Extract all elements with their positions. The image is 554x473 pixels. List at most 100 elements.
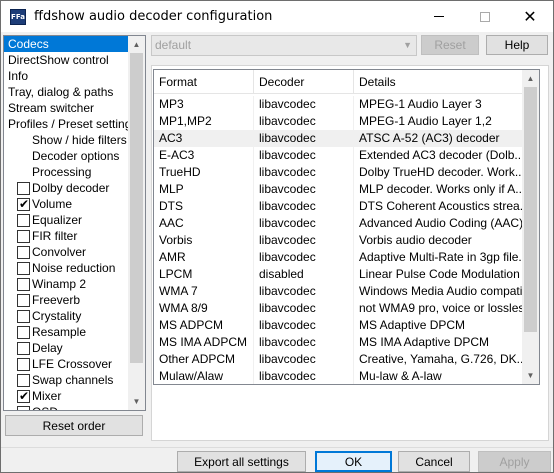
cell-format: Mulaw/Alaw	[154, 368, 254, 384]
checkbox-unchecked[interactable]	[17, 374, 30, 387]
checkbox-unchecked[interactable]	[17, 326, 30, 339]
cancel-button[interactable]: Cancel	[398, 451, 470, 472]
table-row[interactable]: AAC libavcodec Advanced Audio Coding (AAC)	[154, 215, 524, 232]
cell-decoder: libavcodec	[254, 147, 354, 164]
column-header-decoder[interactable]: Decoder	[254, 70, 354, 94]
table-row[interactable]: MLP libavcodec MLP decoder. Works only if …	[154, 181, 524, 198]
table-row[interactable]: TrueHD libavcodec Dolby TrueHD decoder. Wo…	[154, 164, 524, 181]
checkbox-unchecked[interactable]	[17, 214, 30, 227]
cell-details: Linear Pulse Code Modulation	[359, 267, 520, 281]
checkbox-unchecked[interactable]	[17, 246, 30, 259]
cell-format: WMA 8/9	[154, 300, 254, 317]
table-row[interactable]: DTS libavcodec DTS Coherent Acoustics stre…	[154, 198, 524, 215]
cell-decoder: libavcodec	[254, 368, 354, 384]
scroll-up-arrow-icon[interactable]: ▲	[522, 70, 539, 87]
tree-item-label: Volume	[32, 197, 73, 211]
reset-order-button[interactable]: Reset order	[5, 415, 143, 436]
table-row[interactable]: MS IMA ADPCM libavcodec MS IMA Adaptive DP…	[154, 334, 524, 351]
maximize-button[interactable]	[462, 1, 508, 32]
cell-decoder: libavcodec	[254, 232, 354, 249]
cell-details: MLP decoder. Works only if A...	[359, 182, 522, 196]
preset-reset-button[interactable]: Reset	[421, 35, 479, 55]
minimize-icon	[434, 16, 444, 17]
codec-list[interactable]: Format Decoder Details MP3 libavcodec MPEG…	[153, 69, 540, 385]
cell-decoder: libavcodec	[254, 300, 354, 317]
checkbox-unchecked[interactable]	[17, 310, 30, 323]
tree-item[interactable]: Codecs	[4, 36, 128, 52]
checkbox-unchecked[interactable]	[17, 358, 30, 371]
scroll-thumb[interactable]	[130, 53, 143, 363]
cell-decoder: libavcodec	[254, 198, 354, 215]
minimize-button[interactable]	[416, 1, 462, 32]
cell-decoder: libavcodec	[254, 130, 354, 147]
cell-details: ATSC A-52 (AC3) decoder	[359, 131, 500, 145]
scroll-down-arrow-icon[interactable]: ▼	[522, 367, 539, 384]
tree-item-label: Crystality	[32, 309, 82, 323]
cell-decoder: libavcodec	[254, 351, 354, 368]
checkbox-unchecked[interactable]	[17, 294, 30, 307]
tree-item-label: FIR filter	[32, 229, 78, 243]
tree-item-label: OSD	[32, 404, 58, 410]
table-row[interactable]: Mulaw/Alaw libavcodec Mu-law & A-law	[154, 368, 524, 384]
chevron-down-icon: ▼	[403, 40, 412, 50]
export-all-settings-button[interactable]: Export all settings	[177, 451, 306, 472]
table-row[interactable]: AMR libavcodec Adaptive Multi-Rate in 3gp …	[154, 249, 524, 266]
cell-details: Extended AC3 decoder (Dolb...	[359, 148, 522, 162]
column-header-details[interactable]: Details	[354, 70, 524, 94]
table-row[interactable]: MP1,MP2 libavcodec MPEG-1 Audio Layer 1,2	[154, 113, 524, 130]
window-title: ffdshow audio decoder configuration	[34, 9, 273, 24]
cell-details: MPEG-1 Audio Layer 3	[359, 97, 482, 111]
cell-decoder: libavcodec	[254, 249, 354, 266]
table-row[interactable]: MP3 libavcodec MPEG-1 Audio Layer 3	[154, 96, 524, 113]
footer-divider	[1, 447, 553, 448]
scroll-down-arrow-icon[interactable]: ▼	[128, 393, 145, 410]
tree-item-label: Swap channels	[32, 373, 114, 387]
scroll-thumb[interactable]	[524, 87, 537, 332]
title-bar[interactable]: FFa ffdshow audio decoder configuration …	[1, 1, 553, 32]
checkbox-unchecked[interactable]	[17, 230, 30, 243]
table-row[interactable]: MS ADPCM libavcodec MS Adaptive DPCM	[154, 317, 524, 334]
table-row[interactable]: WMA 7 libavcodec Windows Media Audio compa…	[154, 283, 524, 300]
cell-details: MS IMA Adaptive DPCM	[359, 335, 490, 349]
table-row[interactable]: AC3 libavcodec ATSC A-52 (AC3) decoder	[154, 130, 524, 147]
checkbox-unchecked[interactable]	[17, 342, 30, 355]
checkbox-unchecked[interactable]	[17, 278, 30, 291]
dialog-window: FFa ffdshow audio decoder configuration …	[0, 0, 554, 473]
codec-list-scrollbar[interactable]: ▲ ▼	[522, 70, 539, 384]
checkbox-checked[interactable]	[17, 388, 30, 404]
cell-format: Vorbis	[154, 232, 254, 249]
table-row[interactable]: Vorbis libavcodec Vorbis audio decoder	[154, 232, 524, 249]
cell-decoder: libavcodec	[254, 334, 354, 351]
cell-details: DTS Coherent Acoustics strea...	[359, 199, 522, 213]
ffdshow-app-icon: FFa	[10, 8, 26, 25]
help-button[interactable]: Help	[486, 35, 548, 55]
checkbox-unchecked[interactable]	[17, 182, 30, 195]
scroll-up-arrow-icon[interactable]: ▲	[128, 36, 145, 53]
ok-button[interactable]: OK	[315, 451, 392, 472]
tree-item-label: Convolver	[32, 245, 87, 259]
cell-decoder: libavcodec	[254, 317, 354, 334]
tree-item-label: Noise reduction	[32, 261, 116, 275]
tree-item-label: LFE Crossover	[32, 357, 113, 371]
cell-details: Adaptive Multi-Rate in 3gp file...	[359, 250, 522, 264]
tree-item-label: Decoder options	[32, 149, 120, 163]
column-header-format[interactable]: Format	[154, 70, 254, 94]
table-row[interactable]: WMA 8/9 libavcodec not WMA9 pro, voice or …	[154, 300, 524, 317]
tree-item-label: Resample	[32, 325, 87, 339]
apply-button[interactable]: Apply	[478, 451, 551, 472]
tree-item-label: Profiles / Preset settings	[8, 117, 138, 131]
close-button[interactable]: ✕	[507, 1, 553, 32]
tree-scrollbar[interactable]: ▲ ▼	[128, 36, 145, 410]
checkbox-unchecked[interactable]	[17, 406, 30, 410]
tree-item-label: Mixer	[32, 389, 62, 403]
checkbox-unchecked[interactable]	[17, 262, 30, 275]
checkbox-checked[interactable]	[17, 196, 30, 212]
settings-tree[interactable]: OSDMixer Swap channels LFE Crossover Delay R…	[3, 35, 146, 411]
cell-format: AAC	[154, 215, 254, 232]
cell-details: Vorbis audio decoder	[359, 233, 472, 247]
table-row[interactable]: Other ADPCM libavcodec Creative, Yamaha, G…	[154, 351, 524, 368]
table-row[interactable]: LPCM disabled Linear Pulse Code Modulation	[154, 266, 524, 283]
tree-item-label: DirectShow control	[8, 53, 109, 67]
table-row[interactable]: E-AC3 libavcodec Extended AC3 decoder (Dol…	[154, 147, 524, 164]
cell-format: AMR	[154, 249, 254, 266]
